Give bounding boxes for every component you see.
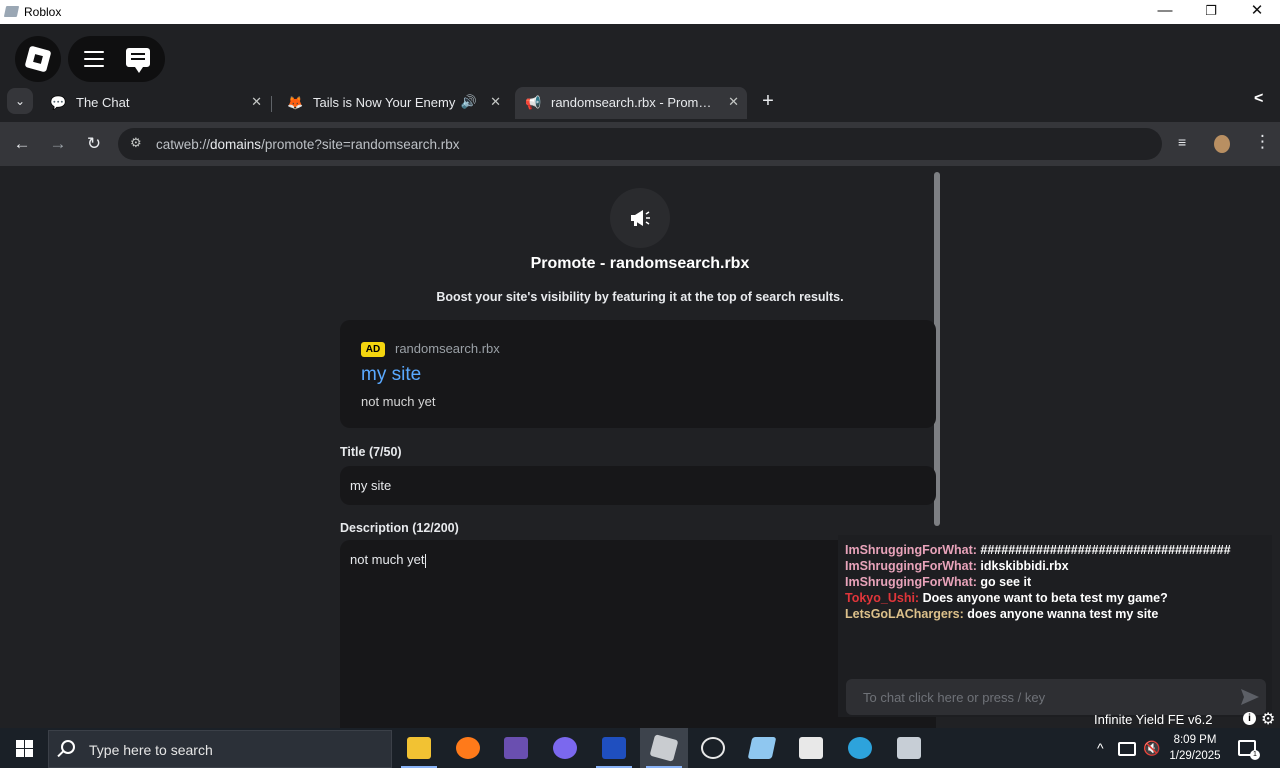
roblox-controls: [68, 36, 165, 82]
chat-input[interactable]: To chat click here or press / key: [846, 679, 1266, 715]
url-text[interactable]: catweb://domains/promote?site=randomsear…: [156, 137, 460, 152]
tab-label: randomsearch.rbx - Prom…: [551, 95, 712, 110]
hamburger-menu-icon[interactable]: [84, 51, 104, 67]
chat-message: ImShruggingForWhat: idkskibbidi.rbx: [845, 559, 1069, 573]
network-icon[interactable]: [1118, 742, 1136, 756]
chat-message: ImShruggingForWhat: go see it: [845, 575, 1032, 589]
forward-button[interactable]: →: [47, 133, 69, 155]
tab-label: Tails is Now Your Enemy: [313, 95, 456, 110]
tab-close-icon[interactable]: ✕: [251, 94, 262, 110]
settings-gear-icon[interactable]: ⚙: [1261, 709, 1275, 729]
tab-randomsearch-promote[interactable]: 📢 randomsearch.rbx - Prom… ✕: [515, 87, 747, 119]
windows-taskbar: Type here to search ^ 🔇 8:09 PM 1/29/202…: [0, 728, 1280, 768]
chat-icon: 💬: [50, 95, 67, 110]
studio-icon[interactable]: [738, 728, 786, 768]
tab-the-chat[interactable]: 💬 The Chat ✕: [40, 87, 270, 119]
new-tab-button[interactable]: +: [758, 90, 778, 114]
chat-toggle-icon[interactable]: [126, 48, 150, 73]
firefox-icon[interactable]: [444, 728, 492, 768]
megaphone-icon: [631, 210, 650, 226]
taskbar-search-box[interactable]: Type here to search: [48, 730, 392, 768]
roblox-logo-icon: [24, 45, 52, 73]
tails-icon: 🦊: [287, 95, 304, 110]
back-button[interactable]: ←: [11, 133, 33, 155]
tray-chevron-icon[interactable]: ^: [1097, 740, 1104, 756]
tab-tails-is-now-your-enemy[interactable]: 🦊 Tails is Now Your Enemy 🔊 ✕: [277, 87, 509, 119]
tab-label: The Chat: [76, 95, 130, 110]
roblox-window-icon: [3, 6, 20, 17]
browser-icon[interactable]: [541, 728, 589, 768]
address-bar[interactable]: ⚙ catweb://domains/promote?site=randomse…: [118, 128, 1162, 160]
browser-menu-icon[interactable]: ⋮: [1254, 132, 1271, 152]
windows-start-icon[interactable]: [16, 740, 33, 757]
edge-icon[interactable]: [836, 728, 884, 768]
reading-list-icon[interactable]: ≡: [1178, 134, 1186, 150]
tab-search-dropdown-icon[interactable]: ⌄: [7, 88, 33, 114]
profile-avatar[interactable]: [1214, 135, 1230, 153]
chat-input-placeholder: To chat click here or press / key: [863, 690, 1046, 705]
ad-description: not much yet: [361, 394, 436, 409]
window-titlebar: Roblox — ❐ ✕: [0, 0, 1280, 24]
volume-muted-icon[interactable]: 🔇: [1143, 740, 1160, 757]
minimize-button[interactable]: —: [1142, 0, 1188, 24]
page-title: Promote - randomsearch.rbx: [530, 255, 750, 272]
editor-icon[interactable]: [590, 728, 638, 768]
clock-date: 1/29/2025: [1169, 750, 1221, 762]
game-chat-window: ImShruggingForWhat: ####################…: [838, 535, 1272, 717]
ad-preview-card: AD randomsearch.rbx my site not much yet: [340, 320, 936, 428]
7zip-icon[interactable]: [787, 728, 835, 768]
roblox-menu-button[interactable]: [15, 36, 61, 82]
title-field-label: Title (7/50): [340, 445, 402, 459]
taskbar-clock[interactable]: 8:09 PM 1/29/2025: [1162, 732, 1228, 764]
roblox-icon[interactable]: [640, 728, 688, 768]
page-subtitle: Boost your site's visibility by featurin…: [436, 290, 844, 304]
description-field-label: Description (12/200): [340, 521, 459, 535]
app-icon[interactable]: [885, 728, 933, 768]
chat-message: ImShruggingForWhat: ####################…: [845, 543, 1231, 557]
send-icon[interactable]: [1240, 687, 1260, 707]
window-title: Roblox: [24, 5, 62, 19]
navigation-bar: ← → ↻ ⚙ catweb://domains/promote?site=ra…: [0, 122, 1280, 166]
notification-count-badge: 1: [1250, 750, 1260, 760]
megaphone-icon: 📢: [525, 95, 542, 110]
info-icon[interactable]: i: [1243, 712, 1256, 725]
search-icon: [61, 740, 75, 754]
ad-domain: randomsearch.rbx: [395, 341, 500, 356]
ad-title[interactable]: my site: [361, 364, 421, 386]
restore-button[interactable]: ❐: [1188, 0, 1234, 24]
tab-bar: ⌄ 💬 The Chat ✕ 🦊 Tails is Now Your Enemy…: [0, 86, 1280, 122]
tab-close-icon[interactable]: ✕: [728, 94, 739, 110]
close-button[interactable]: ✕: [1234, 0, 1280, 24]
chat-message: Tokyo_Ushi: Does anyone want to beta tes…: [845, 591, 1168, 605]
clock-time: 8:09 PM: [1173, 734, 1217, 746]
promote-badge: [610, 188, 670, 248]
site-settings-icon[interactable]: ⚙: [130, 136, 144, 150]
tab-close-icon[interactable]: ✕: [490, 94, 501, 110]
reload-button[interactable]: ↻: [83, 133, 105, 155]
chat-message: LetsGoLAChargers: does anyone wanna test…: [845, 607, 1159, 621]
audio-playing-icon[interactable]: 🔊: [461, 94, 477, 110]
file-explorer-icon[interactable]: [395, 728, 443, 768]
roblox-topbar: [0, 24, 1280, 86]
game-icon[interactable]: [492, 728, 540, 768]
taskbar-search-placeholder: Type here to search: [89, 742, 213, 758]
collapse-icon[interactable]: <: [1254, 90, 1263, 108]
infinite-yield-label: Infinite Yield FE v6.2: [1094, 712, 1213, 727]
ad-badge: AD: [361, 342, 385, 357]
title-input[interactable]: [340, 466, 936, 505]
star-app-icon[interactable]: [689, 728, 737, 768]
